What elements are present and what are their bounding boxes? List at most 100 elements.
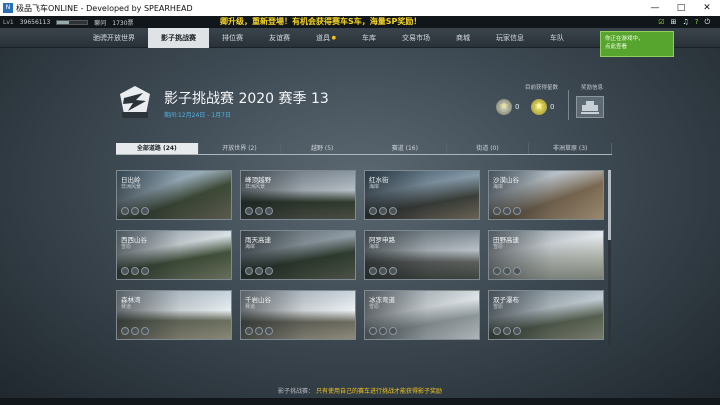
track-star-slots — [369, 207, 397, 215]
player-status-strip: Lv1 39656113 聊问 1730票 卿升级，重新登場！有机会获得赛车S车… — [0, 16, 720, 28]
footer-highlight: 只有使用自己的赛车进行挑战才能获得影子奖励 — [315, 388, 442, 395]
reward-caption: 奖励信息 — [581, 85, 604, 91]
track-card[interactable]: 沙漠山谷 海岸 — [488, 170, 604, 220]
star-slot-icon — [513, 267, 521, 275]
track-card[interactable]: 日出岭 非洲风景 — [116, 170, 232, 220]
star-slot-icon — [245, 327, 253, 335]
star-slot-icon — [265, 207, 273, 215]
star-slot-icon — [503, 267, 511, 275]
promo-banner[interactable]: 卿升级，重新登場！有机会获得赛车S车，海量SP奖励！ — [220, 16, 421, 28]
nav-item-label: 商城 — [455, 34, 470, 42]
nav-item-4[interactable]: 道具 ● — [303, 28, 349, 48]
reward-info-button[interactable] — [576, 96, 604, 118]
gold-star-count: ★ 0 — [531, 99, 554, 115]
track-card[interactable]: 峰顶越野 非洲风景 — [240, 170, 356, 220]
player-level: Lv1 — [3, 18, 14, 26]
star-slot-icon — [265, 267, 273, 275]
checkbox-icon[interactable]: ☑ — [658, 16, 664, 28]
tab-5[interactable]: 非洲草原 (3) — [529, 143, 613, 154]
star-slot-icon — [503, 327, 511, 335]
gift-icon[interactable]: ⊞ — [671, 16, 677, 28]
track-card[interactable]: 雨天高速 海岸 — [240, 230, 356, 280]
gold-star-icon: ★ — [531, 99, 547, 115]
track-star-slots — [493, 327, 521, 335]
track-star-slots — [369, 267, 397, 275]
star-slot-icon — [255, 327, 263, 335]
nav-item-label: 道具 — [316, 34, 330, 42]
nav-item-6[interactable]: 交易市场 — [389, 28, 443, 48]
star-slot-icon — [369, 207, 377, 215]
gold-count: 0 — [550, 103, 555, 111]
star-slot-icon — [379, 207, 387, 215]
track-star-slots — [245, 207, 273, 215]
bottom-bar — [0, 398, 720, 405]
nav-item-7[interactable]: 商城 — [443, 28, 483, 48]
nav-item-label: 交易市场 — [401, 34, 430, 42]
star-slot-icon — [369, 327, 377, 335]
track-star-slots — [121, 327, 149, 335]
star-slot-icon — [389, 207, 397, 215]
star-slot-icon — [379, 327, 387, 335]
star-slot-icon — [493, 327, 501, 335]
track-card[interactable]: 双子瀑布 雪原 — [488, 290, 604, 340]
minimize-button[interactable]: — — [642, 0, 668, 16]
season-dates: 期间:12月24日 - 1月7日 — [164, 112, 231, 119]
tab-0[interactable]: 全部道路 (24) — [116, 143, 199, 154]
app-icon: N — [3, 3, 13, 13]
bell-icon[interactable]: ♫ — [682, 16, 688, 28]
nav-item-1[interactable]: 影子挑战赛 — [148, 28, 209, 48]
nav-item-2[interactable]: 排位赛 — [209, 28, 256, 48]
track-card[interactable]: 森林湾 赛道 — [116, 290, 232, 340]
track-card[interactable]: 阿罗申路 海岸 — [364, 230, 480, 280]
trophy-icon — [581, 101, 599, 114]
power-icon[interactable]: ⏻ — [704, 16, 710, 28]
star-slot-icon — [389, 327, 397, 335]
page-title: 影子挑战赛 2020 赛季 13 — [164, 91, 329, 107]
track-grid: 日出岭 非洲风景 峰顶越野 非洲风景 红水街 海岸 沙漠山谷 海岸西西山谷 雪原 雨天高速 海岸 阿罗… — [116, 170, 604, 340]
nav-item-9[interactable]: 车队 — [537, 28, 577, 48]
scroll-thumb[interactable] — [608, 170, 611, 241]
star-slot-icon — [265, 327, 273, 335]
star-slot-icon — [121, 327, 129, 335]
nav-item-label: 玩家信息 — [495, 34, 524, 42]
track-type: 海岸 — [245, 244, 256, 250]
tab-3[interactable]: 赛道 (16) — [364, 143, 447, 154]
star-slot-icon — [141, 327, 149, 335]
help-icon[interactable]: ? — [695, 16, 699, 28]
track-type: 雪原 — [493, 304, 504, 310]
track-card[interactable]: 红水街 海岸 — [364, 170, 480, 220]
tab-1[interactable]: 开放世界 (2) — [199, 143, 282, 154]
star-slot-icon — [245, 267, 253, 275]
window-title-bar: N 极品飞车ONLINE - Developed by SPEARHEAD — … — [0, 0, 720, 16]
player-stat-a: 聊问 — [94, 19, 107, 27]
star-slot-icon — [131, 327, 139, 335]
track-card[interactable]: 西西山谷 雪原 — [116, 230, 232, 280]
nav-item-3[interactable]: 友谊赛 — [256, 28, 303, 48]
star-slot-icon — [131, 267, 139, 275]
star-slot-icon — [369, 267, 377, 275]
star-slot-icon — [255, 267, 263, 275]
track-star-slots — [121, 267, 149, 275]
nav-item-label: 影子挑战赛 — [161, 34, 196, 42]
track-star-slots — [369, 327, 397, 335]
track-card[interactable]: 千岩山谷 赛道 — [240, 290, 356, 340]
nav-item-5[interactable]: 车库 — [349, 28, 389, 48]
notification-toast[interactable]: 你正在游戏中， 点此查看 — [600, 31, 674, 57]
toast-line-2: 点此查看 — [605, 44, 628, 50]
track-star-slots — [245, 267, 273, 275]
track-card[interactable]: 冰冻弯道 雪原 — [364, 290, 480, 340]
star-slot-icon — [141, 207, 149, 215]
track-card[interactable]: 田野高速 雪原 — [488, 230, 604, 280]
maximize-button[interactable]: □ — [668, 0, 694, 16]
nav-item-8[interactable]: 玩家信息 — [483, 28, 537, 48]
star-slot-icon — [121, 267, 129, 275]
star-slot-icon — [245, 207, 253, 215]
close-button[interactable]: ✕ — [694, 0, 720, 16]
track-star-slots — [121, 207, 149, 215]
track-scrollbar[interactable] — [608, 170, 611, 346]
nav-item-0[interactable]: 驰骋开放世界 — [80, 28, 148, 48]
star-slot-icon — [255, 207, 263, 215]
tab-4[interactable]: 街道 (0) — [447, 143, 530, 154]
tab-2[interactable]: 越野 (5) — [281, 143, 365, 154]
star-slot-icon — [503, 207, 511, 215]
